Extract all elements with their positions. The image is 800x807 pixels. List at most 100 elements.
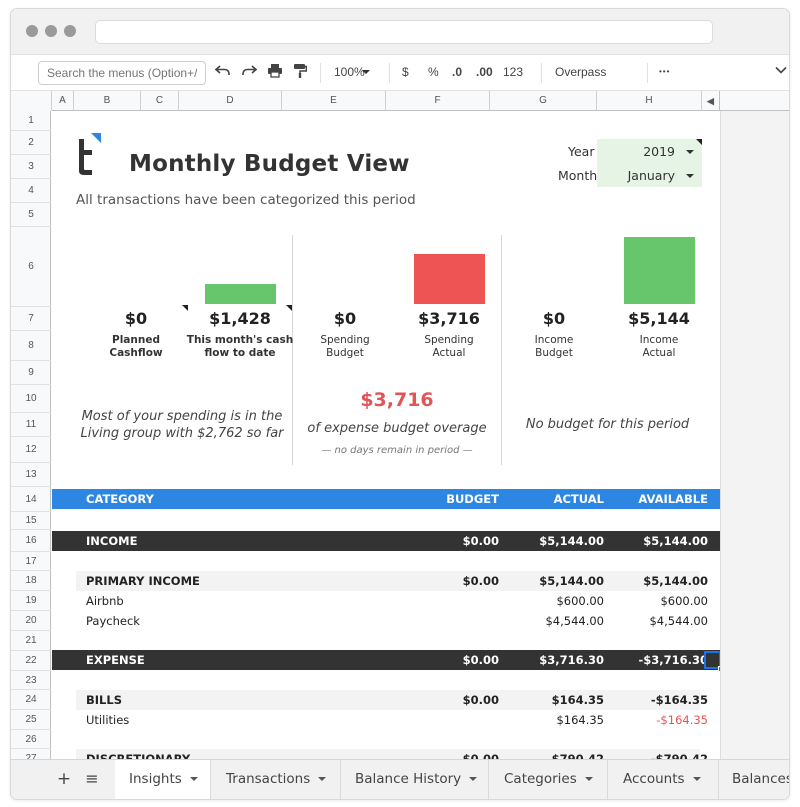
paint-format-icon[interactable] <box>293 63 307 82</box>
chevron-down-icon <box>189 777 198 781</box>
row-header[interactable]: 17 <box>11 552 51 571</box>
undo-icon[interactable] <box>214 63 231 80</box>
select-all-corner[interactable] <box>11 91 52 111</box>
table-row[interactable]: Airbnb $600.00 $600.00 <box>76 591 708 611</box>
row-header[interactable]: 13 <box>11 463 51 487</box>
spending-budget-value: $0 <box>333 309 357 328</box>
expense-total-row[interactable]: EXPENSE $0.00 $3,716.30 -$3,716.30 <box>52 650 720 670</box>
column-header-g[interactable]: G <box>490 91 597 111</box>
row-header[interactable]: 14 <box>11 487 51 512</box>
all-sheets-button[interactable]: ≡ <box>79 760 105 799</box>
table-row[interactable]: Paycheck $4,544.00 $4,544.00 <box>76 611 708 631</box>
tab-insights[interactable]: Insights <box>115 760 211 799</box>
row-header[interactable]: 7 <box>11 307 51 331</box>
chevron-down-icon <box>686 174 694 178</box>
row-header[interactable]: 2 <box>11 131 51 155</box>
table-header-row: CATEGORY BUDGET ACTUAL AVAILABLE <box>52 489 720 509</box>
primary-income-group-row[interactable]: PRIMARY INCOME $0.00 $5,144.00 $5,144.00 <box>76 571 708 591</box>
address-bar[interactable] <box>95 20 713 44</box>
collapse-toolbar-icon[interactable] <box>775 64 787 78</box>
available-cell: $600.00 <box>660 594 708 608</box>
row-header[interactable]: 11 <box>11 413 51 437</box>
decrease-decimal-button[interactable]: .0 <box>452 65 462 79</box>
spending-actual-bar <box>414 254 485 304</box>
income-actual-value: $5,144 <box>628 309 690 328</box>
expense-budget-cell: $0.00 <box>462 653 499 667</box>
actual-cell: $600.00 <box>556 594 604 608</box>
row-header[interactable]: 21 <box>11 631 51 651</box>
increase-decimal-button[interactable]: .00 <box>476 65 493 79</box>
more-options-icon[interactable]: ••• <box>659 67 670 76</box>
income-total-row[interactable]: INCOME $0.00 $5,144.00 $5,144.00 <box>52 531 720 551</box>
category-name: Airbnb <box>86 594 124 608</box>
more-formats-select[interactable]: 123 <box>503 65 523 79</box>
row-header[interactable]: 19 <box>11 591 51 611</box>
discretionary-group-row[interactable]: DISCRETIONARY $0.00 $790.42 -$790.42 <box>76 749 708 759</box>
column-header-e[interactable]: E <box>282 91 386 111</box>
tab-color-bar <box>608 799 718 800</box>
row-header[interactable]: 10 <box>11 385 51 413</box>
tab-accounts[interactable]: Accounts <box>608 760 719 800</box>
row-header[interactable]: 18 <box>11 571 51 591</box>
planned-cashflow-label: Planned Cashflow <box>109 334 163 359</box>
chevron-down-icon <box>692 777 701 781</box>
sheet-grid[interactable]: Monthly Budget View All transactions hav… <box>52 111 720 759</box>
tab-balance-history[interactable]: Balance History <box>341 760 489 799</box>
row-header[interactable]: 4 <box>11 179 51 203</box>
font-select[interactable]: Overpass <box>555 65 606 79</box>
row-header[interactable]: 24 <box>11 690 51 710</box>
category-name: Paycheck <box>86 614 140 628</box>
tab-balances[interactable]: Balances <box>719 760 790 799</box>
redo-icon[interactable] <box>241 63 258 80</box>
month-value: January <box>627 168 675 183</box>
tab-color-bar <box>211 799 340 800</box>
primary-income-label: PRIMARY INCOME <box>86 574 200 588</box>
row-header[interactable]: 20 <box>11 611 51 631</box>
tab-categories[interactable]: Categories <box>489 760 608 800</box>
row-header[interactable]: 23 <box>11 671 51 690</box>
minimize-window-button[interactable] <box>45 25 57 37</box>
chevron-down-icon <box>469 777 478 781</box>
zoom-select[interactable]: 100% <box>334 65 365 79</box>
tab-label: Balances <box>732 771 790 787</box>
month-select[interactable]: January <box>597 163 702 187</box>
sheet-tab-bar: + ≡ Insights Transactions Balance Histor… <box>11 759 790 800</box>
expense-available-cell: -$3,716.30 <box>638 653 708 667</box>
row-header[interactable]: 1 <box>11 111 51 131</box>
column-header-c[interactable]: C <box>141 91 179 111</box>
column-header-f[interactable]: F <box>386 91 490 111</box>
row-header[interactable]: 25 <box>11 710 51 730</box>
zoom-window-button[interactable] <box>64 25 76 37</box>
menu-search-input[interactable] <box>38 61 206 85</box>
year-value: 2019 <box>643 144 675 159</box>
percent-format-button[interactable]: % <box>428 65 439 79</box>
currency-format-button[interactable]: $ <box>402 65 409 79</box>
row-header[interactable]: 16 <box>11 530 51 552</box>
row-header[interactable]: 3 <box>11 155 51 179</box>
row-header[interactable]: 5 <box>11 203 51 227</box>
cashflow-to-date-label: This month's cash flow to date <box>186 334 294 359</box>
close-window-button[interactable] <box>26 25 38 37</box>
row-header[interactable]: 26 <box>11 730 51 749</box>
primary-income-budget-cell: $0.00 <box>462 574 499 588</box>
add-sheet-button[interactable]: + <box>51 760 77 799</box>
row-header[interactable]: 9 <box>11 361 51 385</box>
scroll-columns-button[interactable]: ◀ <box>702 91 720 111</box>
table-row[interactable]: Utilities $164.35 -$164.35 <box>76 710 708 730</box>
tab-transactions[interactable]: Transactions <box>211 760 341 800</box>
row-header[interactable]: 22 <box>11 651 51 671</box>
bills-group-row[interactable]: BILLS $0.00 $164.35 -$164.35 <box>76 690 708 710</box>
print-icon[interactable] <box>267 63 283 81</box>
column-header-d[interactable]: D <box>179 91 282 111</box>
column-header-h[interactable]: H <box>597 91 702 111</box>
year-select[interactable]: 2019 <box>597 139 702 163</box>
row-header[interactable]: 8 <box>11 331 51 361</box>
column-header-b[interactable]: B <box>74 91 141 111</box>
row-header[interactable]: 12 <box>11 437 51 463</box>
row-header[interactable]: 6 <box>11 227 51 307</box>
column-headers: A B C D E F G H ◀ <box>11 91 789 111</box>
row-header[interactable]: 15 <box>11 512 51 530</box>
tab-color-bar <box>489 799 607 800</box>
income-actual-cell: $5,144.00 <box>539 534 604 548</box>
column-header-a[interactable]: A <box>52 91 74 111</box>
